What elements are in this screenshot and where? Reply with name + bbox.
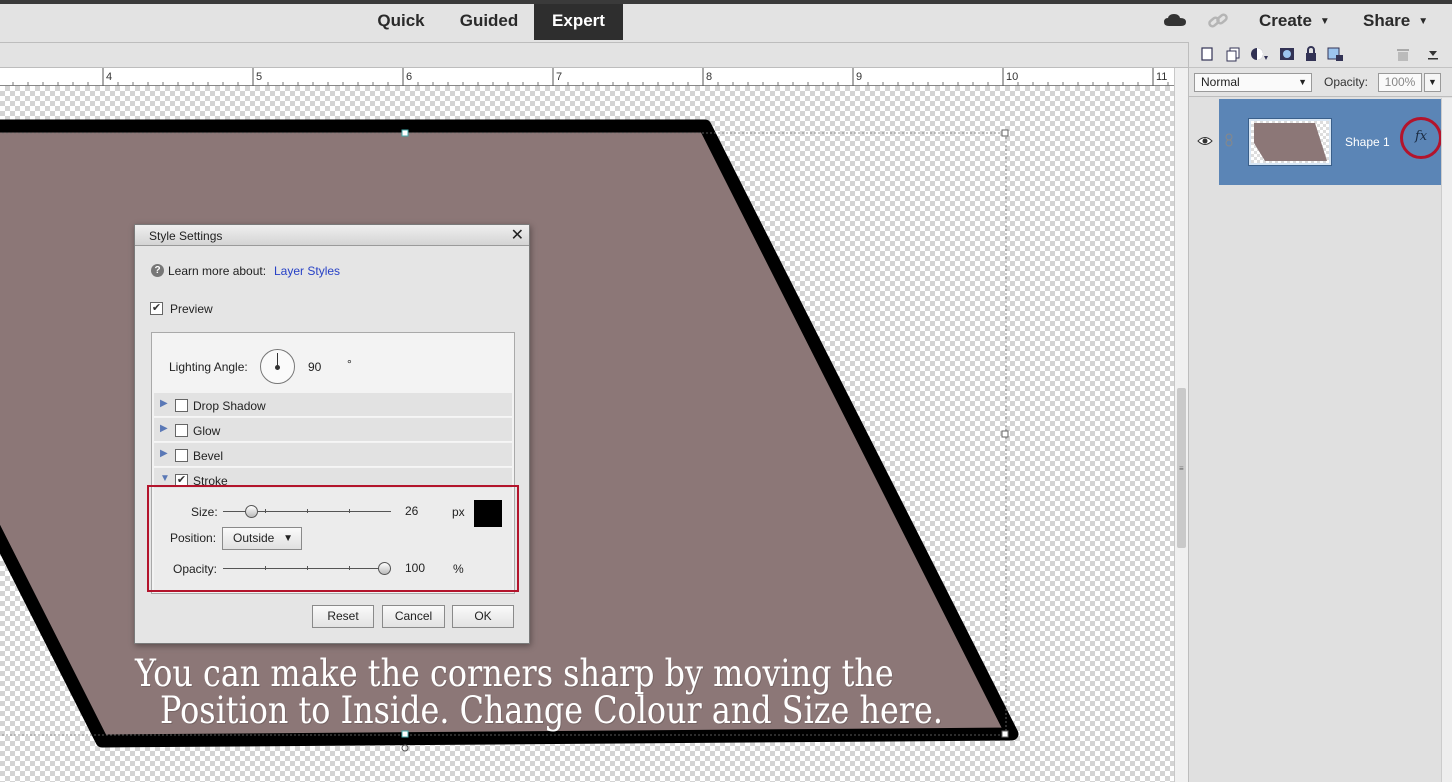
help-icon: ? <box>151 264 164 277</box>
expand-triangle-icon[interactable]: ▶ <box>160 448 168 459</box>
layer-opacity-input[interactable]: 100% <box>1378 73 1422 92</box>
layers-panel: Normal ▼ Opacity: 100% ▼ Shape 1 fx <box>1188 42 1452 782</box>
ruler-label: 10 <box>1006 71 1018 83</box>
layers-scrollbar[interactable] <box>1441 98 1452 782</box>
chevron-down-icon[interactable]: ▼ <box>1424 73 1441 92</box>
layers-list: Shape 1 fx <box>1189 96 1452 782</box>
create-label: Create <box>1259 11 1312 30</box>
new-group-icon[interactable] <box>1225 46 1241 62</box>
ruler-label: 5 <box>256 71 262 83</box>
canvas-vertical-scrollbar[interactable]: ≡ <box>1174 68 1188 782</box>
share-label: Share <box>1363 11 1411 30</box>
glow-checkbox[interactable] <box>175 424 188 437</box>
stroke-settings-highlight <box>147 485 519 592</box>
layer-name: Shape 1 <box>1345 135 1390 149</box>
layer-row-shape-1[interactable]: Shape 1 fx <box>1219 99 1442 185</box>
expand-triangle-icon[interactable]: ▶ <box>160 398 168 409</box>
tab-expert[interactable]: Expert <box>534 4 623 40</box>
style-row-bevel[interactable]: ▶ Bevel <box>154 443 512 467</box>
style-label: Drop Shadow <box>193 399 266 413</box>
adjustment-layer-icon[interactable] <box>1249 46 1268 62</box>
preview-checkbox[interactable]: ✔ <box>150 302 163 315</box>
close-icon[interactable]: ✕ <box>511 225 524 245</box>
chevron-down-icon: ▼ <box>1418 15 1429 27</box>
trash-icon[interactable] <box>1395 46 1411 62</box>
style-row-glow[interactable]: ▶ Glow <box>154 418 512 442</box>
lock-transparent-icon[interactable] <box>1327 46 1343 62</box>
ok-button[interactable]: OK <box>452 605 514 628</box>
ruler-label: 11 <box>1156 71 1167 83</box>
transform-handle <box>401 129 409 137</box>
ruler-label: 9 <box>856 71 862 83</box>
blend-mode-value: Normal <box>1201 75 1240 89</box>
transform-handle <box>1001 430 1009 438</box>
layer-thumbnail <box>1248 118 1332 166</box>
new-layer-icon[interactable] <box>1199 46 1215 62</box>
dialog-title-bar[interactable]: Style Settings ✕ <box>135 225 529 246</box>
layers-toolbar <box>1189 42 1452 68</box>
share-menu-button[interactable]: Share ▼ <box>1363 4 1428 40</box>
ruler-label: 6 <box>406 71 412 83</box>
ruler-label: 8 <box>706 71 712 83</box>
options-bar <box>0 42 1188 68</box>
dialog-title: Style Settings <box>149 229 223 243</box>
fx-highlight-circle <box>1400 117 1442 159</box>
lock-all-icon[interactable] <box>1303 46 1319 62</box>
cancel-button[interactable]: Cancel <box>382 605 445 628</box>
degree-unit: ° <box>347 357 352 371</box>
horizontal-ruler: 4 5 6 7 8 9 10 11 <box>0 68 1174 86</box>
layer-opacity-label: Opacity: <box>1324 75 1369 89</box>
panel-menu-icon[interactable] <box>1425 46 1441 62</box>
tab-quick[interactable]: Quick <box>368 4 434 40</box>
bevel-checkbox[interactable] <box>175 449 188 462</box>
lighting-angle-label: Lighting Angle: <box>169 360 248 374</box>
learn-more-label: Learn more about: <box>168 264 267 278</box>
layer-mask-icon[interactable] <box>1279 46 1295 62</box>
caption-line-2: Position to Inside. Change Colour and Si… <box>160 689 943 732</box>
link-icon[interactable] <box>1207 12 1229 33</box>
transform-handle <box>1001 730 1009 738</box>
style-label: Glow <box>193 424 221 438</box>
cloud-icon[interactable] <box>1163 12 1187 31</box>
drop-shadow-checkbox[interactable] <box>175 399 188 412</box>
angle-center <box>275 365 280 370</box>
lighting-angle-value[interactable]: 90 <box>308 360 321 374</box>
ruler-label: 7 <box>556 71 562 83</box>
ruler-label: 4 <box>106 71 112 83</box>
expand-triangle-icon[interactable]: ▶ <box>160 423 168 434</box>
tab-guided[interactable]: Guided <box>450 4 528 40</box>
grip-icon: ≡ <box>1179 464 1184 473</box>
lighting-angle-dial[interactable] <box>260 349 295 384</box>
style-label: Bevel <box>193 449 224 463</box>
transform-handle <box>1001 129 1009 137</box>
layer-styles-link[interactable]: Layer Styles <box>274 264 340 278</box>
eye-icon[interactable] <box>1197 135 1213 149</box>
create-menu-button[interactable]: Create ▼ <box>1259 4 1330 40</box>
preview-label: Preview <box>170 302 213 316</box>
style-row-drop-shadow[interactable]: ▶ Drop Shadow <box>154 393 512 417</box>
reset-button[interactable]: Reset <box>312 605 374 628</box>
top-bar: Quick Guided Expert Create ▼ Share ▼ <box>0 0 1452 42</box>
chevron-down-icon: ▼ <box>1298 77 1307 87</box>
rotate-handle <box>401 744 409 752</box>
blend-mode-select[interactable]: Normal ▼ <box>1194 73 1312 92</box>
chevron-down-icon: ▼ <box>1319 15 1330 27</box>
link-layer-icon[interactable] <box>1225 133 1233 150</box>
collapse-triangle-icon[interactable]: ▼ <box>160 473 170 484</box>
